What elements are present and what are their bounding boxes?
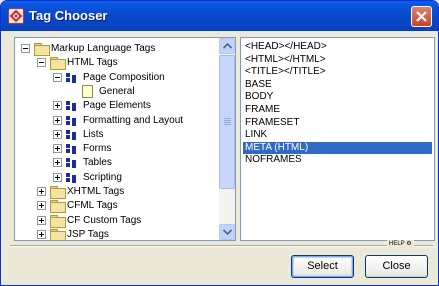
tree-item[interactable]: Tables (15, 156, 220, 170)
expand-icon[interactable] (37, 201, 46, 211)
dialog-body: Markup Language Tags HTML Tags Page Compos… (4, 31, 435, 283)
tag-list-item[interactable]: META (HTML) (243, 141, 432, 154)
expand-icon[interactable] (37, 229, 46, 239)
document-icon (82, 84, 93, 98)
tag-icon (66, 172, 78, 183)
tree-item-label: HTML Tags (67, 57, 118, 69)
folder-icon (50, 214, 66, 228)
tree-item[interactable]: Lists (15, 128, 220, 142)
expand-icon[interactable] (53, 101, 62, 111)
tag-icon (66, 115, 78, 126)
tree-item[interactable]: Formatting and Layout (15, 114, 220, 128)
tree-item-label: Page Elements (83, 100, 151, 112)
tag-icon (66, 144, 78, 155)
tree-item-label: JSP Tags (67, 228, 109, 240)
collapse-icon[interactable] (53, 72, 62, 82)
tag-list-item[interactable]: FRAMESET (243, 117, 432, 129)
collapse-icon[interactable] (37, 58, 46, 68)
scroll-down-button[interactable] (219, 224, 235, 240)
select-button[interactable]: Select (291, 255, 354, 278)
tag-list-item[interactable]: BASE (243, 79, 432, 91)
tag-list-item[interactable]: <HEAD></HEAD> (243, 41, 432, 53)
scroll-thumb[interactable] (219, 55, 235, 189)
tree-item-label: General (99, 85, 135, 97)
tree-item-label: Markup Language Tags (51, 43, 156, 54)
folder-icon (50, 57, 66, 71)
close-button[interactable]: Close (365, 255, 428, 278)
tag-list-item[interactable]: <HTML></HTML> (243, 54, 432, 66)
tree-item-label: Scripting (83, 171, 122, 183)
tree-item[interactable]: General (15, 84, 220, 99)
folder-icon (50, 228, 66, 240)
tag-list-item[interactable]: <TITLE></TITLE> (243, 66, 432, 78)
help-link[interactable]: HELP ⚙ (387, 240, 414, 247)
tag-icon (66, 101, 78, 112)
tree-item[interactable]: Scripting (15, 171, 220, 185)
tree-item-label: CFML Tags (67, 200, 118, 212)
help-icon: ⚙ (406, 241, 412, 247)
tree-item-label: Forms (83, 143, 112, 155)
tree-item[interactable]: CF Custom Tags (15, 214, 220, 228)
tree-item-label: XHTML Tags (67, 186, 125, 197)
folder-icon (34, 43, 50, 56)
expand-icon[interactable] (53, 129, 62, 139)
tag-icon (66, 72, 78, 83)
expand-icon[interactable] (37, 187, 46, 196)
tag-chooser-window: Tag Chooser Markup Language Tags HTML Tag… (0, 0, 439, 286)
tree-item[interactable]: JSP Tags (15, 228, 220, 240)
expand-icon[interactable] (53, 144, 62, 154)
tree-item-label: Lists (83, 128, 104, 140)
tree-item[interactable]: Forms (15, 142, 220, 156)
tag-list-item[interactable]: NOFRAMES (243, 154, 432, 166)
window-title: Tag Chooser (29, 8, 108, 23)
tag-icon (66, 129, 78, 140)
tree-item[interactable]: Page Elements (15, 99, 220, 113)
help-label: HELP (389, 241, 405, 247)
tag-list-item[interactable]: LINK (243, 129, 432, 141)
tag-icon (66, 158, 78, 169)
collapse-icon[interactable] (21, 44, 30, 53)
tree-item[interactable]: CFML Tags (15, 199, 220, 214)
tag-category-tree[interactable]: Markup Language Tags HTML Tags Page Compos… (14, 37, 236, 241)
expand-icon[interactable] (37, 215, 46, 225)
scroll-up-button[interactable] (219, 38, 235, 54)
tree-vertical-scrollbar[interactable] (219, 38, 235, 240)
tag-list-item[interactable]: BODY (243, 91, 432, 103)
tree-item-label: CF Custom Tags (67, 214, 142, 226)
tag-list[interactable]: <HEAD></HEAD> <HTML></HTML> <TITLE></TITLE… (240, 37, 435, 241)
title-bar[interactable]: Tag Chooser (1, 1, 438, 31)
expand-icon[interactable] (53, 172, 62, 182)
tree-item-label: Formatting and Layout (83, 114, 184, 126)
expand-icon[interactable] (53, 158, 62, 168)
tree-item-label: Tables (83, 157, 112, 169)
expand-icon[interactable] (53, 115, 62, 125)
tree-item[interactable]: Markup Language Tags (15, 42, 220, 56)
separator (10, 245, 433, 247)
tree-item[interactable]: Page Composition (15, 71, 220, 85)
tree-item[interactable]: XHTML Tags (15, 185, 220, 199)
tag-list-item[interactable]: FRAME (243, 104, 432, 116)
tag-chooser-app-icon (8, 8, 24, 24)
tree-item-label: Page Composition (83, 71, 165, 83)
close-icon[interactable] (411, 6, 432, 27)
tree-item[interactable]: HTML Tags (15, 56, 220, 71)
folder-icon (50, 186, 66, 199)
folder-icon (50, 200, 66, 214)
